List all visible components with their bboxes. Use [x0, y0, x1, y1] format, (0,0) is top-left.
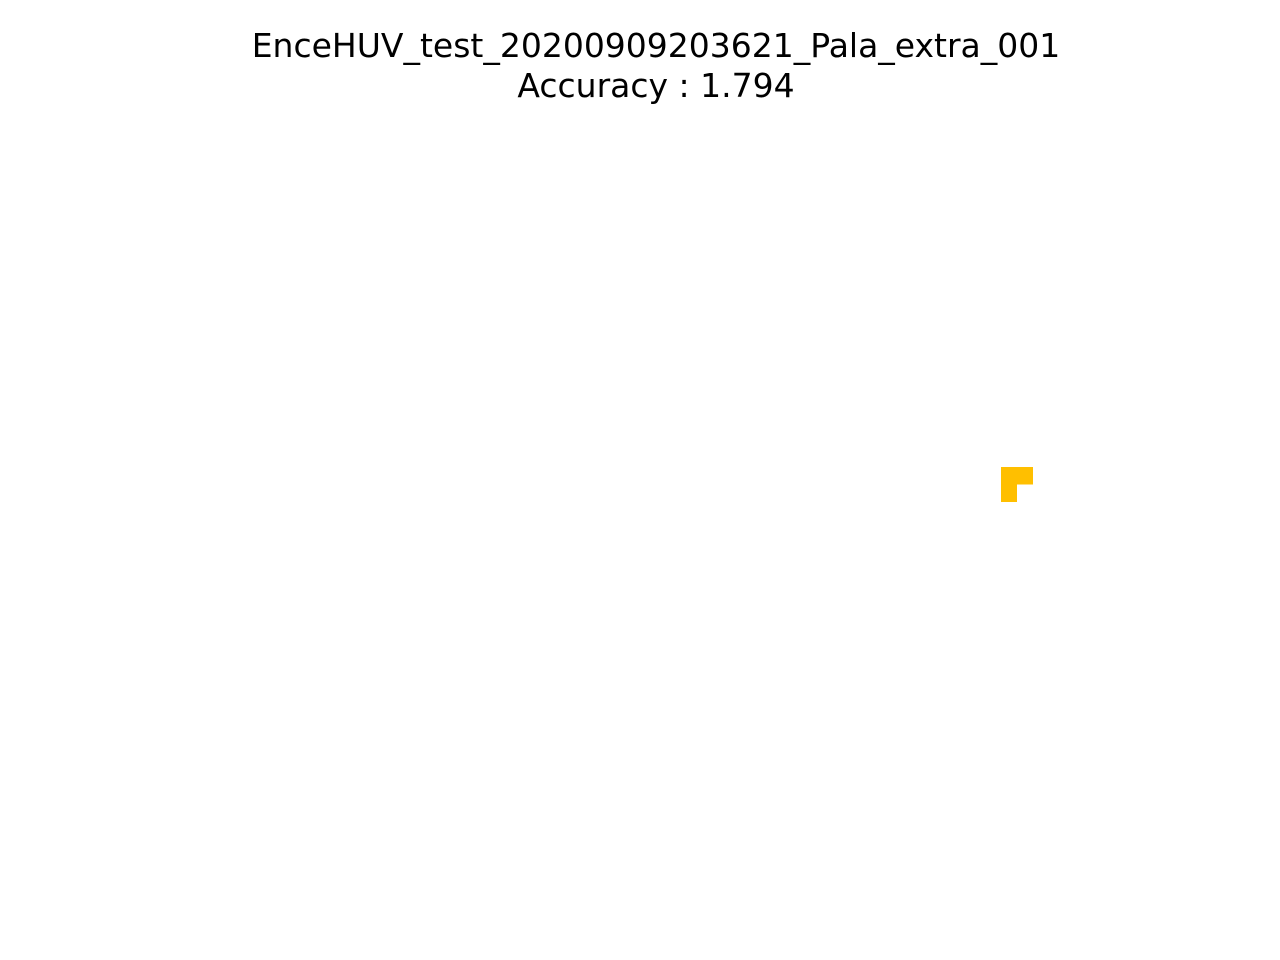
heatmap-cell-0-0	[1001, 467, 1017, 485]
heatmap-cell-1-0	[1001, 484, 1017, 502]
figure: EnceHUV_test_20200909203621_Pala_extra_0…	[0, 0, 1280, 960]
heatmap-plot	[1001, 467, 1033, 502]
heatmap-cell-0-1	[1017, 467, 1033, 485]
